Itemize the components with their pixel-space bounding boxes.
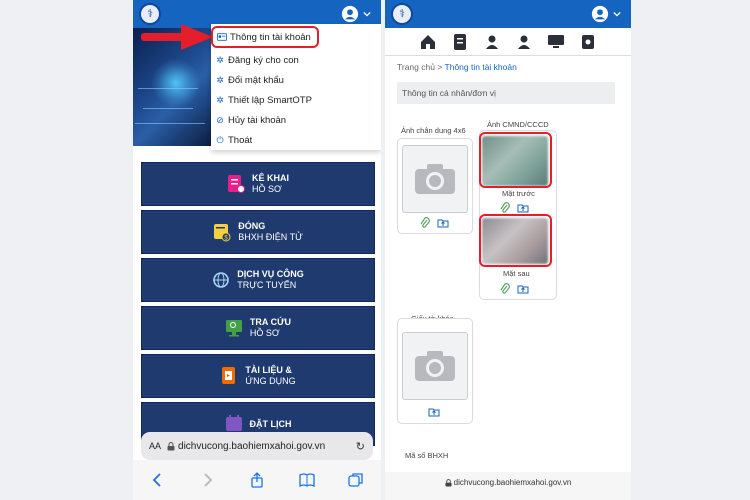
breadcrumb-home[interactable]: Trang chủ: [397, 62, 435, 72]
back-highlight-box: [479, 214, 552, 267]
right-phone-screen: ⚕ Trang chủ > Thông tin tài khoản Thông …: [385, 0, 631, 500]
document-list-icon[interactable]: [451, 33, 469, 51]
ban-icon: ⊘: [216, 115, 224, 125]
monitor-icon[interactable]: [547, 33, 565, 51]
button-title: TÀI LIỆU &: [245, 365, 292, 375]
attach-icon[interactable]: [499, 283, 511, 295]
address-bar[interactable]: AA dichvucong.baohiemxahoi.gov.vn ↻: [141, 432, 373, 460]
breadcrumb: Trang chủ > Thông tin tài khoản: [397, 62, 517, 72]
lock-icon: [445, 479, 452, 487]
button-title: ĐÓNG: [238, 221, 266, 231]
button-subtitle: BHXH ĐIỆN TỬ: [238, 232, 303, 242]
person-tie-icon[interactable]: [515, 33, 533, 51]
chevron-down-icon[interactable]: [613, 10, 621, 18]
red-arrow-icon: [141, 24, 213, 50]
payment-icon: $: [214, 224, 231, 242]
left-phone-screen: ⚕ Thông tin tài khoản ✲ Đăng ký cho con …: [133, 0, 381, 500]
front-highlight-box: [479, 132, 552, 188]
upload-folder-icon[interactable]: [437, 217, 449, 229]
top-header-bar: ⚕: [385, 0, 631, 28]
social-id-label: Mã số BHXH: [405, 451, 449, 460]
browser-toolbar: [133, 460, 381, 500]
browser-bottom-bar: dichvucong.baohiemxahoi.gov.vn: [385, 472, 631, 500]
menu-item-label: Hủy tài khoản: [228, 114, 287, 126]
breadcrumb-separator: >: [437, 62, 443, 72]
upload-folder-icon[interactable]: [517, 283, 529, 295]
gear-icon: ✲: [216, 95, 224, 105]
documents-apps-button[interactable]: TÀI LIỆU & ỨNG DỤNG: [141, 354, 375, 398]
back-icon[interactable]: [150, 472, 166, 488]
menu-item-change-password[interactable]: ✲ Đổi mật khẩu: [211, 70, 381, 90]
attach-icon[interactable]: [419, 217, 431, 229]
bottom-url-text[interactable]: dichvucong.baohiemxahoi.gov.vn: [454, 478, 572, 487]
user-account-icon[interactable]: [341, 5, 359, 23]
online-public-services-button[interactable]: DỊCH VỤ CÔNG TRỰC TUYẾN: [141, 258, 375, 302]
attach-icon[interactable]: [499, 202, 511, 214]
share-icon[interactable]: [249, 472, 265, 488]
reload-icon[interactable]: ↻: [356, 440, 365, 453]
document-icon: [222, 367, 236, 384]
other-docs-placeholder[interactable]: [402, 332, 468, 400]
menu-item-label: Thông tin tài khoản: [230, 31, 311, 43]
button-title: ĐẶT LỊCH: [249, 418, 292, 429]
reader-text-size-button[interactable]: AA: [149, 441, 161, 451]
menu-item-register-child[interactable]: ✲ Đăng ký cho con: [211, 50, 381, 70]
bhxh-logo[interactable]: ⚕: [391, 3, 413, 25]
back-label: Mặt sau: [503, 269, 530, 278]
chevron-down-icon[interactable]: [363, 10, 371, 18]
front-label: Mặt trước: [502, 189, 535, 198]
button-title: TRA CỨU: [249, 317, 292, 327]
top-nav-icons: [385, 28, 631, 56]
menu-item-label: Đăng ký cho con: [228, 54, 299, 66]
pay-insurance-button[interactable]: $ ĐÓNG BHXH ĐIỆN TỬ: [141, 210, 375, 254]
tabs-icon[interactable]: [348, 472, 364, 488]
menu-item-label: Thoát: [228, 134, 253, 146]
declare-records-button[interactable]: KÊ KHAI HỒ SƠ: [141, 162, 375, 206]
home-icon[interactable]: [419, 33, 437, 51]
url-text: dichvucong.baohiemxahoi.gov.vn: [178, 440, 326, 452]
calendar-icon: [225, 415, 242, 431]
bookmarks-icon[interactable]: [298, 472, 315, 488]
button-subtitle: HỒ SƠ: [251, 184, 282, 194]
menu-item-label: Thiết lập SmartOTP: [228, 94, 312, 106]
upload-folder-icon[interactable]: [517, 202, 529, 214]
menu-item-label: Đổi mật khẩu: [228, 74, 284, 86]
portrait-placeholder[interactable]: [402, 145, 468, 213]
gear-icon: ✲: [216, 75, 224, 85]
button-subtitle: ỨNG DỤNG: [245, 376, 296, 386]
id-card-icon: [217, 33, 227, 41]
lookup-records-button[interactable]: TRA CỨU HỒ SƠ: [141, 306, 375, 350]
camera-icon: [415, 351, 455, 381]
section-header[interactable]: Thông tin cá nhân/đơn vị: [397, 82, 615, 104]
person-icon[interactable]: [483, 33, 501, 51]
breadcrumb-current: Thông tin tài khoản: [444, 62, 517, 72]
menu-item-account-info[interactable]: Thông tin tài khoản: [211, 26, 319, 48]
menu-item-cancel-account[interactable]: ⊘ Hủy tài khoản: [211, 110, 381, 130]
service-buttons: KÊ KHAI HỒ SƠ $ ĐÓNG BHXH ĐIỆN TỬ DỊCH VỤ …: [141, 162, 375, 450]
forward-icon[interactable]: [199, 472, 215, 488]
monitor-search-icon: [225, 320, 242, 337]
user-account-icon[interactable]: [591, 5, 609, 23]
account-dropdown-menu: Thông tin tài khoản ✲ Đăng ký cho con ✲ …: [211, 24, 381, 150]
portrait-label: Ảnh chân dung 4x6: [401, 126, 466, 135]
gear-icon: ✲: [216, 55, 224, 65]
camera-icon: [415, 164, 455, 194]
archive-icon[interactable]: [579, 33, 597, 51]
form-icon: [227, 175, 245, 193]
button-title: DỊCH VỤ CÔNG: [237, 269, 304, 279]
button-subtitle: HỒ SƠ: [249, 328, 280, 338]
lock-icon: [167, 441, 175, 450]
globe-icon: [213, 272, 230, 288]
bhxh-logo[interactable]: ⚕: [139, 3, 161, 25]
menu-item-logout[interactable]: ⏻ Thoát: [211, 130, 381, 150]
upload-folder-icon[interactable]: [428, 406, 440, 418]
button-title: KÊ KHAI: [251, 173, 289, 183]
id-card-label: Ảnh CMND/CCCD: [487, 120, 549, 129]
menu-item-smartotp[interactable]: ✲ Thiết lập SmartOTP: [211, 90, 381, 110]
power-icon: ⏻: [216, 135, 224, 145]
button-subtitle: TRỰC TUYẾN: [237, 280, 297, 290]
